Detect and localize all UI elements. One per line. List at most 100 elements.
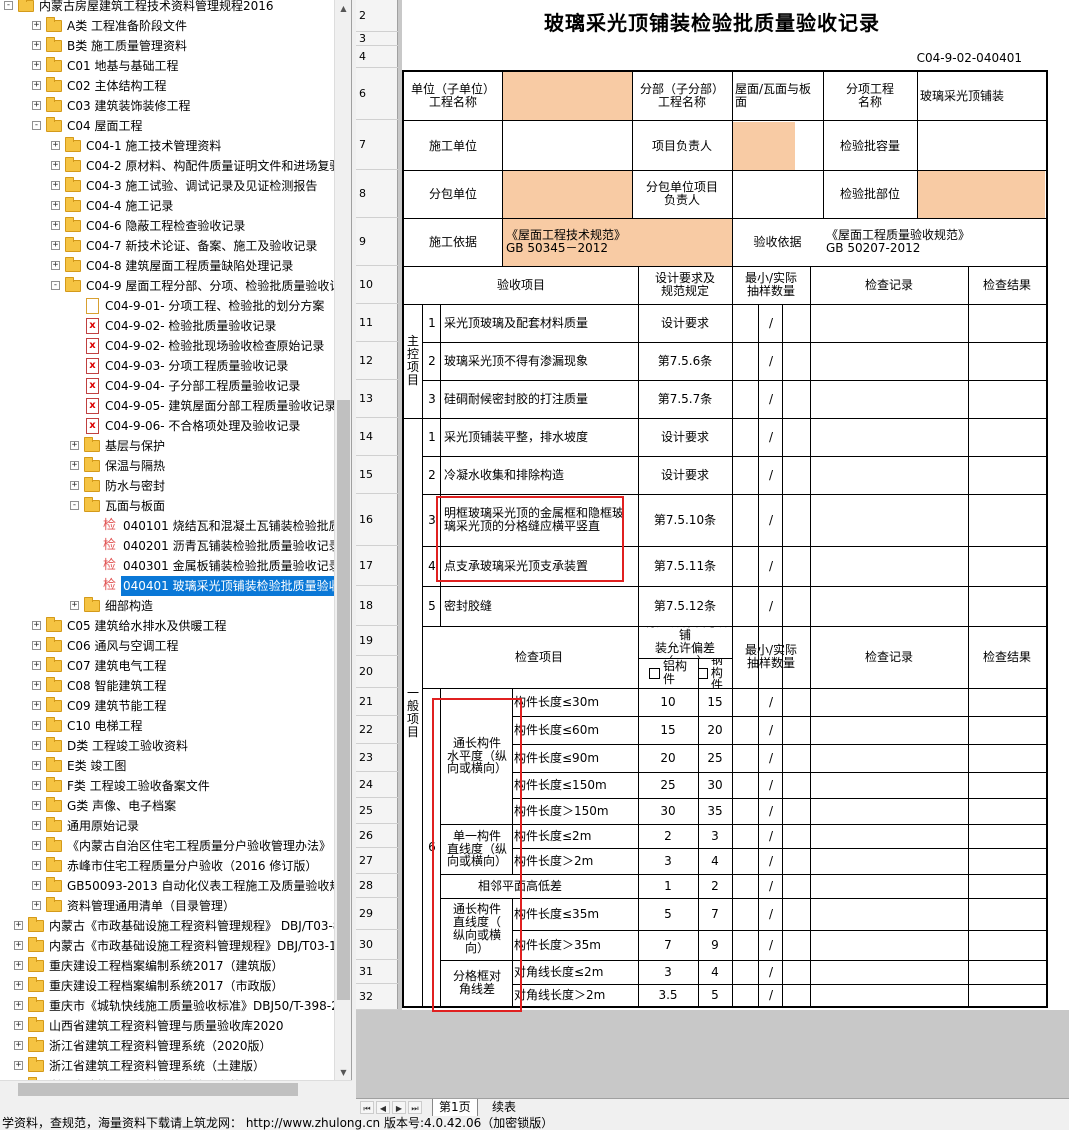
expand-icon[interactable]: + xyxy=(32,661,41,670)
expand-icon[interactable]: + xyxy=(32,821,41,830)
row-header[interactable]: 8 xyxy=(356,170,398,218)
tree-node[interactable]: x C04-9-06- 不合格项处理及验收记录 xyxy=(0,416,336,436)
collapse-icon[interactable]: - xyxy=(4,1,13,10)
row-header[interactable]: 13 xyxy=(356,380,398,418)
tree-node[interactable]: 检 040401 玻璃采光顶铺装检验批质量验收 xyxy=(0,576,343,596)
tree-node[interactable]: + C04-1 施工技术管理资料 xyxy=(0,136,336,156)
tree-horizontal-scrollbar[interactable] xyxy=(0,1080,352,1098)
expand-icon[interactable]: + xyxy=(32,881,41,890)
expand-icon[interactable]: + xyxy=(32,861,41,870)
scroll-down-icon[interactable]: ▼ xyxy=(335,1064,352,1081)
row-header[interactable]: 12 xyxy=(356,342,398,380)
row-header[interactable]: 15 xyxy=(356,456,398,494)
checkbox-aluminum[interactable] xyxy=(648,667,660,679)
expand-icon[interactable]: + xyxy=(32,101,41,110)
tree-node[interactable]: + C06 通风与空调工程 xyxy=(0,636,336,656)
highlighted-cell[interactable] xyxy=(732,122,795,170)
tree-node[interactable]: + 细部构造 xyxy=(0,596,336,616)
row-header[interactable]: 3 xyxy=(356,32,398,46)
tree-node[interactable]: + 通用原始记录 xyxy=(0,816,336,836)
row-header[interactable]: 10 xyxy=(356,266,398,304)
expand-icon[interactable]: + xyxy=(32,81,41,90)
tree-node[interactable]: + D类 工程竣工验收资料 xyxy=(0,736,336,756)
row-header[interactable]: 4 xyxy=(356,46,398,68)
expand-icon[interactable]: + xyxy=(32,681,41,690)
tree-node[interactable]: + C05 建筑给水排水及供暖工程 xyxy=(0,616,336,636)
row-header[interactable]: 21 xyxy=(356,688,398,716)
tree-node[interactable]: + C04-4 施工记录 xyxy=(0,196,336,216)
tree-node[interactable]: + C04-3 施工试验、调试记录及见证检测报告 xyxy=(0,176,336,196)
expand-icon[interactable]: + xyxy=(14,921,23,930)
row-header[interactable]: 28 xyxy=(356,874,398,898)
tree-node[interactable]: - 内蒙古房屋建筑工程技术资料管理规程2016 xyxy=(0,0,336,16)
expand-icon[interactable]: + xyxy=(32,641,41,650)
tab-sheet1[interactable]: 第1页 xyxy=(432,1099,478,1116)
tree-node[interactable]: - 瓦面与板面 xyxy=(0,496,336,516)
tree-node[interactable]: + C04-8 建筑屋面工程质量缺陷处理记录 xyxy=(0,256,336,276)
tree-node[interactable]: + C08 智能建筑工程 xyxy=(0,676,336,696)
collapse-icon[interactable]: - xyxy=(51,281,60,290)
row-header[interactable]: 26 xyxy=(356,824,398,848)
tree-node[interactable]: x C04-9-02- 检验批现场验收检查原始记录 xyxy=(0,336,336,356)
scroll-thumb[interactable] xyxy=(337,400,350,1000)
row-header[interactable]: 9 xyxy=(356,218,398,266)
row-header[interactable]: 23 xyxy=(356,744,398,772)
expand-icon[interactable]: + xyxy=(32,901,41,910)
row-header[interactable]: 18 xyxy=(356,586,398,626)
tree-node[interactable]: + F类 工程竣工验收备案文件 xyxy=(0,776,336,796)
tree-node[interactable]: + 资料管理通用清单（目录管理） xyxy=(0,896,336,916)
tree-node[interactable]: + E类 竣工图 xyxy=(0,756,336,776)
tree-node[interactable]: + 重庆市《城轨快线施工质量验收标准》DBJ50/T-398-20 xyxy=(0,996,346,1016)
expand-icon[interactable]: + xyxy=(51,141,60,150)
tree-node[interactable]: + 赤峰市住宅工程质量分户验收（2016 修订版） xyxy=(0,856,336,876)
tree-node[interactable]: + 内蒙古《市政基础设施工程资料管理规程》DBJ/T03-10 xyxy=(0,936,344,956)
expand-icon[interactable]: + xyxy=(32,621,41,630)
highlighted-cell[interactable] xyxy=(503,170,632,218)
expand-icon[interactable]: + xyxy=(51,221,60,230)
highlighted-cell[interactable] xyxy=(503,72,632,120)
expand-icon[interactable]: + xyxy=(51,201,60,210)
tree-node[interactable]: + C04-7 新技术论证、备案、施工及验收记录 xyxy=(0,236,336,256)
expand-icon[interactable]: + xyxy=(70,601,79,610)
sheet-nav-button[interactable]: ◀ xyxy=(376,1101,390,1114)
row-header[interactable]: 30 xyxy=(356,930,398,960)
tree-node[interactable]: + C10 电梯工程 xyxy=(0,716,336,736)
tree-node[interactable]: + C01 地基与基础工程 xyxy=(0,56,336,76)
row-header[interactable]: 27 xyxy=(356,848,398,874)
expand-icon[interactable]: + xyxy=(51,181,60,190)
expand-icon[interactable]: + xyxy=(70,481,79,490)
tree-node[interactable]: + C03 建筑装饰装修工程 xyxy=(0,96,336,116)
scroll-up-icon[interactable]: ▲ xyxy=(335,0,352,17)
tree-node[interactable]: + 山西省建筑工程资料管理与质量验收库2020 xyxy=(0,1016,336,1036)
expand-icon[interactable]: + xyxy=(32,741,41,750)
tree-node[interactable]: + 重庆建设工程档案编制系统2017（市政版） xyxy=(0,976,336,996)
expand-icon[interactable]: + xyxy=(14,1001,23,1010)
expand-icon[interactable]: + xyxy=(70,461,79,470)
tree-node[interactable]: x C04-9-04- 子分部工程质量验收记录 xyxy=(0,376,336,396)
row-header[interactable]: 24 xyxy=(356,772,398,798)
tree-node[interactable]: + C09 建筑节能工程 xyxy=(0,696,336,716)
tree-node[interactable]: + GB50093-2013 自动化仪表工程施工及质量验收规范 xyxy=(0,876,351,896)
expand-icon[interactable]: + xyxy=(14,941,23,950)
expand-icon[interactable]: + xyxy=(14,1061,23,1070)
expand-icon[interactable]: + xyxy=(51,261,60,270)
tree-node[interactable]: - C04-9 屋面工程分部、分项、检验批质量验收记 xyxy=(0,276,341,296)
tree-node[interactable]: + 保温与隔热 xyxy=(0,456,336,476)
document-tree[interactable]: - 内蒙古房屋建筑工程技术资料管理规程2016 + A类 工程准备阶段文件 + B类 施工… xyxy=(0,0,352,1098)
expand-icon[interactable]: + xyxy=(70,441,79,450)
row-header[interactable]: 16 xyxy=(356,494,398,546)
tree-node[interactable]: - C04 屋面工程 xyxy=(0,116,336,136)
expand-icon[interactable]: + xyxy=(32,781,41,790)
tree-node[interactable]: 检 040201 沥青瓦铺装检验批质量验收记录 xyxy=(0,536,341,556)
expand-icon[interactable]: + xyxy=(51,161,60,170)
row-header[interactable]: 22 xyxy=(356,716,398,744)
tree-node[interactable]: + C04-6 隐蔽工程检查验收记录 xyxy=(0,216,336,236)
expand-icon[interactable]: + xyxy=(51,241,60,250)
tree-node[interactable]: + B类 施工质量管理资料 xyxy=(0,36,336,56)
tree-node[interactable]: + 防水与密封 xyxy=(0,476,336,496)
tree-node[interactable]: + 浙江省建筑工程资料管理系统（土建版） xyxy=(0,1056,336,1076)
tree-node[interactable]: C04-9-01- 分项工程、检验批的划分方案 xyxy=(0,296,336,316)
sheet-nav-button[interactable]: ⏭ xyxy=(408,1101,422,1114)
row-header[interactable]: 11 xyxy=(356,304,398,342)
tree-node[interactable]: + C04-2 原材料、构配件质量证明文件和进场复验 xyxy=(0,156,341,176)
